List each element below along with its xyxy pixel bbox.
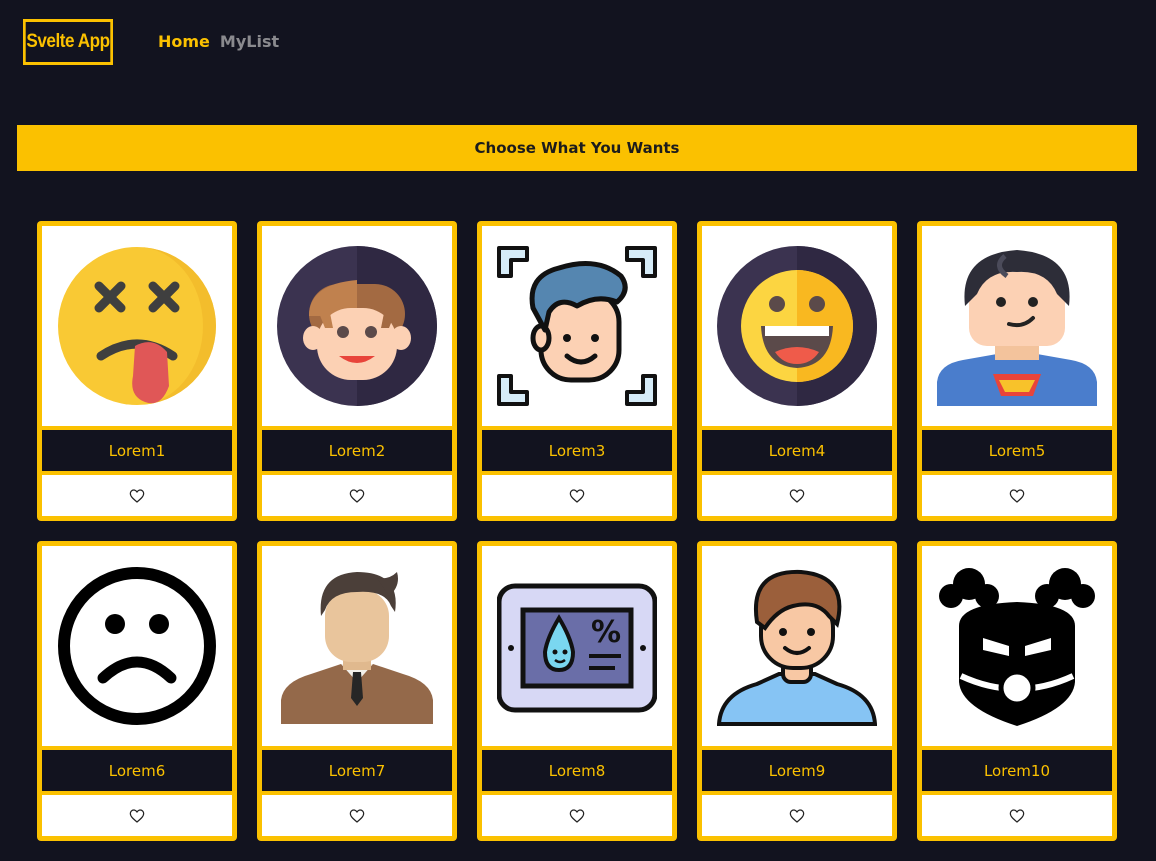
favorite-button[interactable] bbox=[922, 475, 1112, 517]
card: Lorem1 bbox=[37, 221, 237, 521]
favorite-button[interactable] bbox=[922, 795, 1112, 837]
card-title: Lorem2 bbox=[262, 430, 452, 472]
man-avatar-icon bbox=[717, 570, 877, 727]
card-image bbox=[922, 226, 1112, 427]
heart-icon bbox=[129, 488, 145, 503]
heart-icon bbox=[789, 488, 805, 503]
card-image bbox=[262, 546, 452, 747]
card-title: Lorem1 bbox=[42, 430, 232, 472]
heart-icon bbox=[349, 488, 365, 503]
card: Lorem3 bbox=[477, 221, 677, 521]
card-image bbox=[702, 546, 892, 747]
favorite-button[interactable] bbox=[482, 795, 672, 837]
favorite-button[interactable] bbox=[42, 795, 232, 837]
face-scan-icon bbox=[497, 246, 657, 407]
card: Lorem10 bbox=[917, 541, 1117, 841]
boy-avatar-icon bbox=[277, 246, 437, 407]
heart-icon bbox=[569, 488, 585, 503]
businessman-avatar-icon bbox=[281, 572, 433, 725]
card-title: Lorem6 bbox=[42, 750, 232, 792]
heart-icon bbox=[1009, 808, 1025, 823]
masked-villain-icon bbox=[939, 568, 1095, 727]
dizzy-tongue-emoji-icon bbox=[58, 247, 216, 406]
card-grid: Lorem1 Lorem2 Lorem3 Lorem4 Lorem5 Lorem… bbox=[37, 221, 1117, 841]
favorite-button[interactable] bbox=[702, 475, 892, 517]
card-image: % bbox=[482, 546, 672, 747]
page-banner: Choose What You Wants bbox=[17, 125, 1137, 171]
card-image bbox=[702, 226, 892, 427]
heart-icon bbox=[1009, 488, 1025, 503]
card-title: Lorem9 bbox=[702, 750, 892, 792]
humidity-display-icon: % bbox=[497, 583, 657, 713]
card-title: Lorem5 bbox=[922, 430, 1112, 472]
card-image bbox=[262, 226, 452, 427]
card: Lorem5 bbox=[917, 221, 1117, 521]
heart-icon bbox=[789, 808, 805, 823]
card: % Lorem8 bbox=[477, 541, 677, 841]
card-title: Lorem8 bbox=[482, 750, 672, 792]
card-title: Lorem3 bbox=[482, 430, 672, 472]
heart-icon bbox=[129, 808, 145, 823]
favorite-button[interactable] bbox=[482, 475, 672, 517]
heart-icon bbox=[349, 808, 365, 823]
card-title: Lorem10 bbox=[922, 750, 1112, 792]
laughing-emoji-icon bbox=[717, 246, 877, 407]
card-title: Lorem7 bbox=[262, 750, 452, 792]
card-image bbox=[42, 226, 232, 427]
heart-icon bbox=[569, 808, 585, 823]
superhero-avatar-icon bbox=[937, 250, 1097, 407]
favorite-button[interactable] bbox=[262, 795, 452, 837]
card: Lorem9 bbox=[697, 541, 897, 841]
navbar: Svelte App Home MyList bbox=[0, 0, 1156, 90]
card: Lorem6 bbox=[37, 541, 237, 841]
card: Lorem2 bbox=[257, 221, 457, 521]
nav-mylist-link[interactable]: MyList bbox=[220, 32, 279, 51]
nav-links: Home MyList bbox=[158, 32, 279, 51]
card-image bbox=[482, 226, 672, 427]
card: Lorem7 bbox=[257, 541, 457, 841]
nav-home-link[interactable]: Home bbox=[158, 32, 210, 51]
svg-text:%: % bbox=[591, 615, 621, 650]
sad-face-icon bbox=[58, 567, 216, 726]
card-image bbox=[42, 546, 232, 747]
card: Lorem4 bbox=[697, 221, 897, 521]
favorite-button[interactable] bbox=[702, 795, 892, 837]
card-title: Lorem4 bbox=[702, 430, 892, 472]
favorite-button[interactable] bbox=[262, 475, 452, 517]
brand-logo[interactable]: Svelte App bbox=[23, 19, 113, 65]
card-image bbox=[922, 546, 1112, 747]
favorite-button[interactable] bbox=[42, 475, 232, 517]
